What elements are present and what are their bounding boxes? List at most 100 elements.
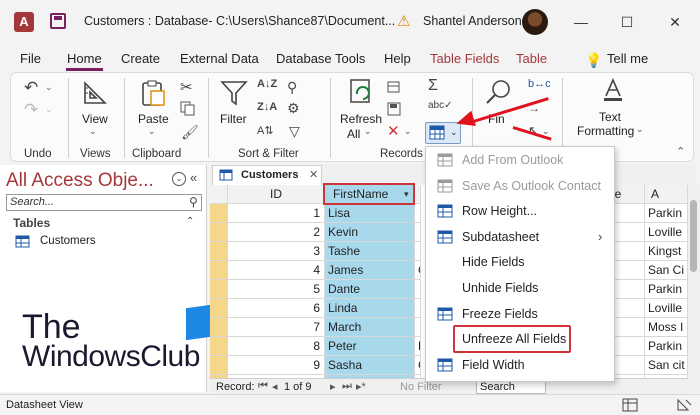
collapse-ribbon-icon[interactable]: ⌃: [676, 145, 685, 158]
chevron-down-icon[interactable]: ⌄: [636, 124, 644, 135]
row-selector[interactable]: [210, 299, 228, 318]
row-selector[interactable]: [210, 242, 228, 261]
sort-descending-icon[interactable]: Z↓A: [257, 101, 277, 113]
header-id[interactable]: ID: [228, 185, 325, 204]
row-selector[interactable]: [210, 356, 228, 375]
tab-database-tools[interactable]: Database Tools: [276, 51, 365, 66]
prev-record-icon[interactable]: ◂: [272, 380, 278, 393]
tab-file[interactable]: File: [20, 51, 41, 66]
table-cell[interactable]: [415, 204, 421, 223]
table-cell[interactable]: C: [415, 261, 421, 280]
save-icon[interactable]: [50, 13, 66, 29]
sort-ascending-icon[interactable]: A↓Z: [257, 78, 277, 90]
table-cell[interactable]: 5: [228, 280, 325, 299]
table-cell[interactable]: [415, 242, 421, 261]
avatar[interactable]: [522, 9, 548, 35]
filter-button[interactable]: Filter: [220, 112, 247, 126]
table-cell[interactable]: 1: [228, 204, 325, 223]
copy-icon[interactable]: [180, 101, 195, 116]
table-cell[interactable]: Linda: [325, 299, 415, 318]
table-cell[interactable]: San Ci: [645, 261, 688, 280]
advanced-filter-icon[interactable]: ⚙: [287, 100, 300, 117]
format-painter-icon[interactable]: 🖌: [181, 124, 199, 141]
text-formatting-label-1[interactable]: Text: [599, 110, 621, 124]
close-button[interactable]: ✕: [652, 10, 698, 34]
tab-table-fields[interactable]: Table Fields: [430, 51, 499, 66]
table-cell[interactable]: Kevin: [325, 223, 415, 242]
row-selector[interactable]: [210, 337, 228, 356]
find-icon[interactable]: [484, 78, 512, 106]
menu-item-freeze-fields[interactable]: Freeze Fields: [426, 302, 614, 327]
table-cell[interactable]: [415, 280, 421, 299]
row-selector[interactable]: [210, 204, 228, 223]
selector-header[interactable]: [210, 185, 228, 204]
row-selector[interactable]: [210, 318, 228, 337]
header-col5[interactable]: A: [645, 185, 688, 204]
table-cell[interactable]: [415, 299, 421, 318]
menu-item-hide-fields[interactable]: Hide Fields: [426, 250, 614, 275]
save-record-icon[interactable]: [387, 102, 401, 116]
row-selector[interactable]: [210, 280, 228, 299]
spelling-icon[interactable]: abc✓: [428, 100, 453, 111]
table-cell[interactable]: 3: [228, 242, 325, 261]
nav-item-customers[interactable]: Customers: [40, 235, 96, 247]
tab-help[interactable]: Help: [384, 51, 411, 66]
table-cell[interactable]: 8: [228, 337, 325, 356]
maximize-button[interactable]: ☐: [604, 10, 650, 34]
tab-home[interactable]: Home: [67, 51, 102, 66]
table-cell[interactable]: Sasha: [325, 356, 415, 375]
design-view-icon[interactable]: [676, 398, 692, 412]
last-record-icon[interactable]: ⏭: [342, 380, 352, 393]
totals-icon[interactable]: Σ: [428, 77, 438, 95]
undo-icon[interactable]: ↶: [24, 78, 38, 98]
delete-record-icon[interactable]: ✕: [387, 122, 400, 140]
redo-icon[interactable]: ↷: [24, 100, 38, 120]
selection-filter-icon[interactable]: ⚲: [287, 79, 297, 96]
table-cell[interactable]: 6: [228, 299, 325, 318]
cut-icon[interactable]: ✂: [180, 78, 193, 96]
nav-menu-chevron-icon[interactable]: ⌄: [172, 172, 186, 186]
toggle-filter-icon[interactable]: ▽: [289, 123, 300, 140]
remove-sort-icon[interactable]: A⇅: [257, 124, 274, 137]
table-cell[interactable]: Peter: [325, 337, 415, 356]
view-icon[interactable]: [82, 80, 108, 106]
minimize-button[interactable]: —: [558, 10, 604, 34]
table-cell[interactable]: Parkin: [645, 280, 688, 299]
replace-icon[interactable]: b↔c: [528, 78, 551, 90]
menu-item-subdatasheet[interactable]: Subdatasheet ›: [426, 225, 614, 250]
header-col3[interactable]: [415, 185, 421, 204]
chevron-down-icon[interactable]: ⌄: [89, 126, 97, 137]
paste-button[interactable]: Paste: [138, 112, 169, 126]
chevron-down-icon[interactable]: ⌄: [450, 127, 458, 138]
table-cell[interactable]: C: [415, 356, 421, 375]
no-filter-button[interactable]: No Filter: [400, 381, 442, 393]
table-cell[interactable]: [415, 223, 421, 242]
nav-pane-title[interactable]: All Access Obje...: [6, 170, 154, 192]
table-cell[interactable]: Parkin: [645, 204, 688, 223]
text-formatting-icon[interactable]: [602, 78, 624, 102]
refresh-button[interactable]: Refresh: [340, 112, 382, 126]
tab-external-data[interactable]: External Data: [180, 51, 259, 66]
menu-item-field-width[interactable]: Field Width: [426, 353, 614, 378]
refresh-all-label[interactable]: All: [347, 127, 360, 141]
tables-section-header[interactable]: Tables: [13, 216, 50, 230]
tab-customers[interactable]: Customers ✕: [212, 165, 322, 185]
chevron-down-icon[interactable]: ⌄: [45, 82, 53, 93]
chevron-down-icon[interactable]: ⌄: [404, 126, 412, 137]
refresh-all-icon[interactable]: [347, 78, 375, 106]
next-record-icon[interactable]: ▸: [330, 380, 336, 393]
tell-me-search[interactable]: Tell me: [607, 51, 648, 66]
table-cell[interactable]: 9: [228, 356, 325, 375]
table-cell[interactable]: James: [325, 261, 415, 280]
warning-icon[interactable]: ⚠: [397, 12, 410, 30]
filter-icon[interactable]: [220, 80, 248, 106]
table-cell[interactable]: Tashe: [325, 242, 415, 261]
tab-table[interactable]: Table: [516, 51, 547, 66]
table-cell[interactable]: Moss I: [645, 318, 688, 337]
menu-item-row-height[interactable]: Row Height...: [426, 199, 614, 224]
table-cell[interactable]: Lisa: [325, 204, 415, 223]
shutter-bar-icon[interactable]: «: [190, 170, 197, 185]
table-cell[interactable]: Loville: [645, 299, 688, 318]
table-cell[interactable]: Loville: [645, 223, 688, 242]
collapse-section-icon[interactable]: ⌃: [186, 216, 194, 227]
